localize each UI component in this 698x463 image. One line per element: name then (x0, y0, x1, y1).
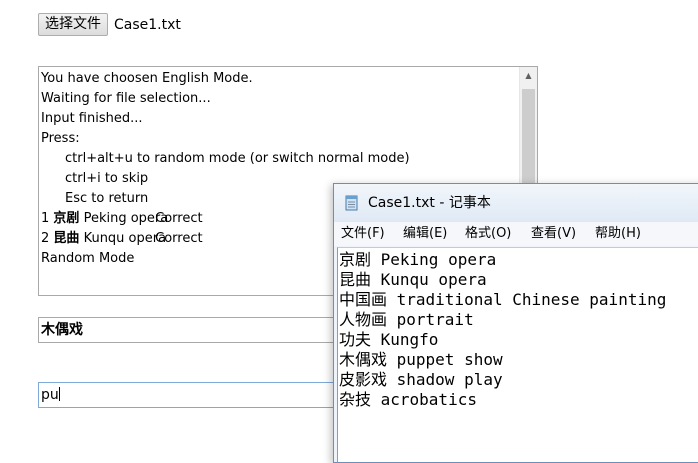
log-line: You have choosen English Mode. (41, 71, 253, 86)
result-english: Kunqu opera (83, 231, 167, 246)
result-status: Correct (155, 211, 203, 226)
notepad-window[interactable]: Case1.txt - 记事本 文件(F) 编辑(E) 格式(O) 查看(V) … (333, 183, 698, 463)
log-line: Input finished... (41, 111, 143, 126)
notepad-line: 皮影戏 shadow play (339, 370, 503, 389)
notepad-line: 功夫 Kungfo (339, 330, 439, 349)
choose-file-button[interactable]: 选择文件 (38, 13, 108, 36)
notepad-icon (345, 195, 358, 211)
log-line: Waiting for file selection... (41, 91, 211, 106)
menu-format[interactable]: 格式(O) (465, 225, 511, 243)
notepad-line: 木偶戏 puppet show (339, 350, 503, 369)
notepad-line: 京剧 Peking opera (339, 250, 497, 269)
text-caret (58, 387, 60, 401)
scroll-up-icon[interactable]: ▲ (520, 67, 537, 84)
menu-help[interactable]: 帮助(H) (595, 225, 641, 243)
result-chinese: 昆曲 (53, 231, 80, 246)
typing-input-value: pu (41, 387, 59, 403)
menu-file[interactable]: 文件(F) (341, 225, 385, 243)
notepad-line: 昆曲 Kunqu opera (339, 270, 487, 289)
notepad-title: Case1.txt - 记事本 (368, 195, 491, 211)
notepad-text-area[interactable]: 京剧 Peking opera 昆曲 Kunqu opera 中国画 tradi… (337, 247, 698, 462)
selected-file-name: Case1.txt (114, 17, 181, 33)
log-line: Press: (41, 131, 80, 146)
result-status: Correct (155, 231, 203, 246)
menu-view[interactable]: 查看(V) (531, 225, 576, 243)
notepad-line: 杂技 acrobatics (339, 390, 477, 409)
result-chinese: 京剧 (53, 211, 80, 226)
notepad-line: 人物画 portrait (339, 310, 474, 329)
notepad-line: 中国画 traditional Chinese painting (339, 290, 667, 309)
log-line: ctrl+alt+u to random mode (or switch nor… (65, 151, 410, 166)
notepad-titlebar[interactable]: Case1.txt - 记事本 (334, 184, 698, 222)
result-number: 1 (41, 211, 50, 226)
result-number: 2 (41, 231, 50, 246)
menu-edit[interactable]: 编辑(E) (403, 225, 447, 243)
notepad-menubar: 文件(F) 编辑(E) 格式(O) 查看(V) 帮助(H) (334, 222, 698, 246)
